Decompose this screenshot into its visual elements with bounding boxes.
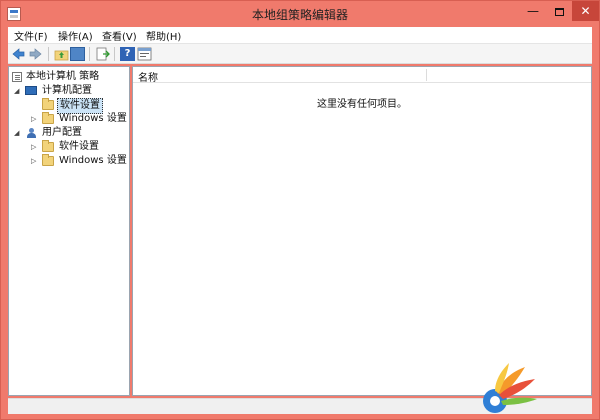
tree-node-user-software-settings[interactable]: ▷ 软件设置	[12, 140, 128, 154]
expand-arrow-icon[interactable]: ▷	[31, 112, 39, 126]
policy-document-icon	[12, 72, 22, 82]
tree-node-label: Windows 设置	[59, 155, 127, 166]
tree-node-label: Windows 设置	[59, 113, 127, 124]
show-console-tree-icon[interactable]	[70, 47, 85, 61]
up-folder-icon[interactable]	[54, 47, 69, 61]
list-header: 名称	[133, 67, 591, 84]
empty-list-message: 这里没有任何项目。	[317, 99, 407, 110]
properties-icon[interactable]	[137, 47, 152, 61]
menu-view[interactable]: 查看(V)	[102, 28, 137, 43]
watermark-logo-icon	[483, 363, 537, 413]
toolbar-separator	[114, 47, 115, 61]
help-icon[interactable]: ?	[120, 47, 135, 61]
tree-node-label: 用户配置	[42, 127, 82, 138]
maximize-button[interactable]	[546, 1, 572, 21]
export-list-icon[interactable]	[95, 47, 110, 61]
column-header-name[interactable]: 名称	[138, 69, 158, 84]
toolbar-separator	[89, 47, 90, 61]
tree-node-user-config[interactable]: ◢ 用户配置	[12, 126, 128, 140]
back-arrow-icon[interactable]	[11, 47, 26, 61]
toolbar: ?	[8, 43, 592, 64]
close-button[interactable]: ✕	[572, 1, 599, 21]
collapse-arrow-icon[interactable]: ◢	[14, 126, 22, 140]
tree-node-user-windows-settings[interactable]: ▷ Windows 设置	[12, 154, 128, 168]
maximize-icon	[554, 8, 564, 16]
window-title: 本地组策略编辑器	[251, 8, 348, 22]
title-bar[interactable]: 本地组策略编辑器 — ✕	[1, 1, 599, 27]
column-divider[interactable]	[426, 69, 427, 81]
menu-help[interactable]: 帮助(H)	[146, 28, 181, 43]
console-tree-pane[interactable]: 本地计算机 策略 ◢ 计算机配置 软件设置 ▷ Windows 设置 ◢ 用户配…	[8, 66, 130, 396]
menu-action[interactable]: 操作(A)	[58, 28, 93, 43]
details-pane[interactable]: 名称 这里没有任何项目。	[132, 66, 592, 396]
folder-icon	[42, 112, 54, 124]
toolbar-separator	[48, 47, 49, 61]
menu-file[interactable]: 文件(F)	[14, 28, 48, 43]
tree-node-root[interactable]: 本地计算机 策略	[12, 70, 128, 84]
computer-icon	[25, 86, 37, 95]
forward-arrow-icon[interactable]	[28, 47, 43, 61]
tree-node-label: 软件设置	[59, 141, 99, 152]
expand-arrow-icon[interactable]: ▷	[31, 154, 39, 168]
collapse-arrow-icon[interactable]: ◢	[14, 84, 22, 98]
app-window: 本地组策略编辑器 — ✕ 文件(F) 操作(A) 查看(V) 帮助(H) ? 本…	[0, 0, 600, 420]
menu-bar: 文件(F) 操作(A) 查看(V) 帮助(H)	[8, 27, 592, 43]
tree-node-computer-windows-settings[interactable]: ▷ Windows 设置	[12, 112, 128, 126]
tree-node-label: 计算机配置	[42, 85, 92, 96]
user-icon	[26, 128, 37, 139]
tree-node-computer-config[interactable]: ◢ 计算机配置	[12, 84, 128, 98]
tree-node-computer-software-settings[interactable]: 软件设置	[12, 98, 128, 114]
expand-arrow-icon[interactable]: ▷	[31, 140, 39, 154]
folder-icon	[42, 140, 54, 152]
folder-icon	[42, 98, 54, 110]
tree-node-label: 本地计算机 策略	[26, 71, 100, 82]
folder-icon	[42, 154, 54, 166]
minimize-button[interactable]: —	[520, 1, 546, 21]
